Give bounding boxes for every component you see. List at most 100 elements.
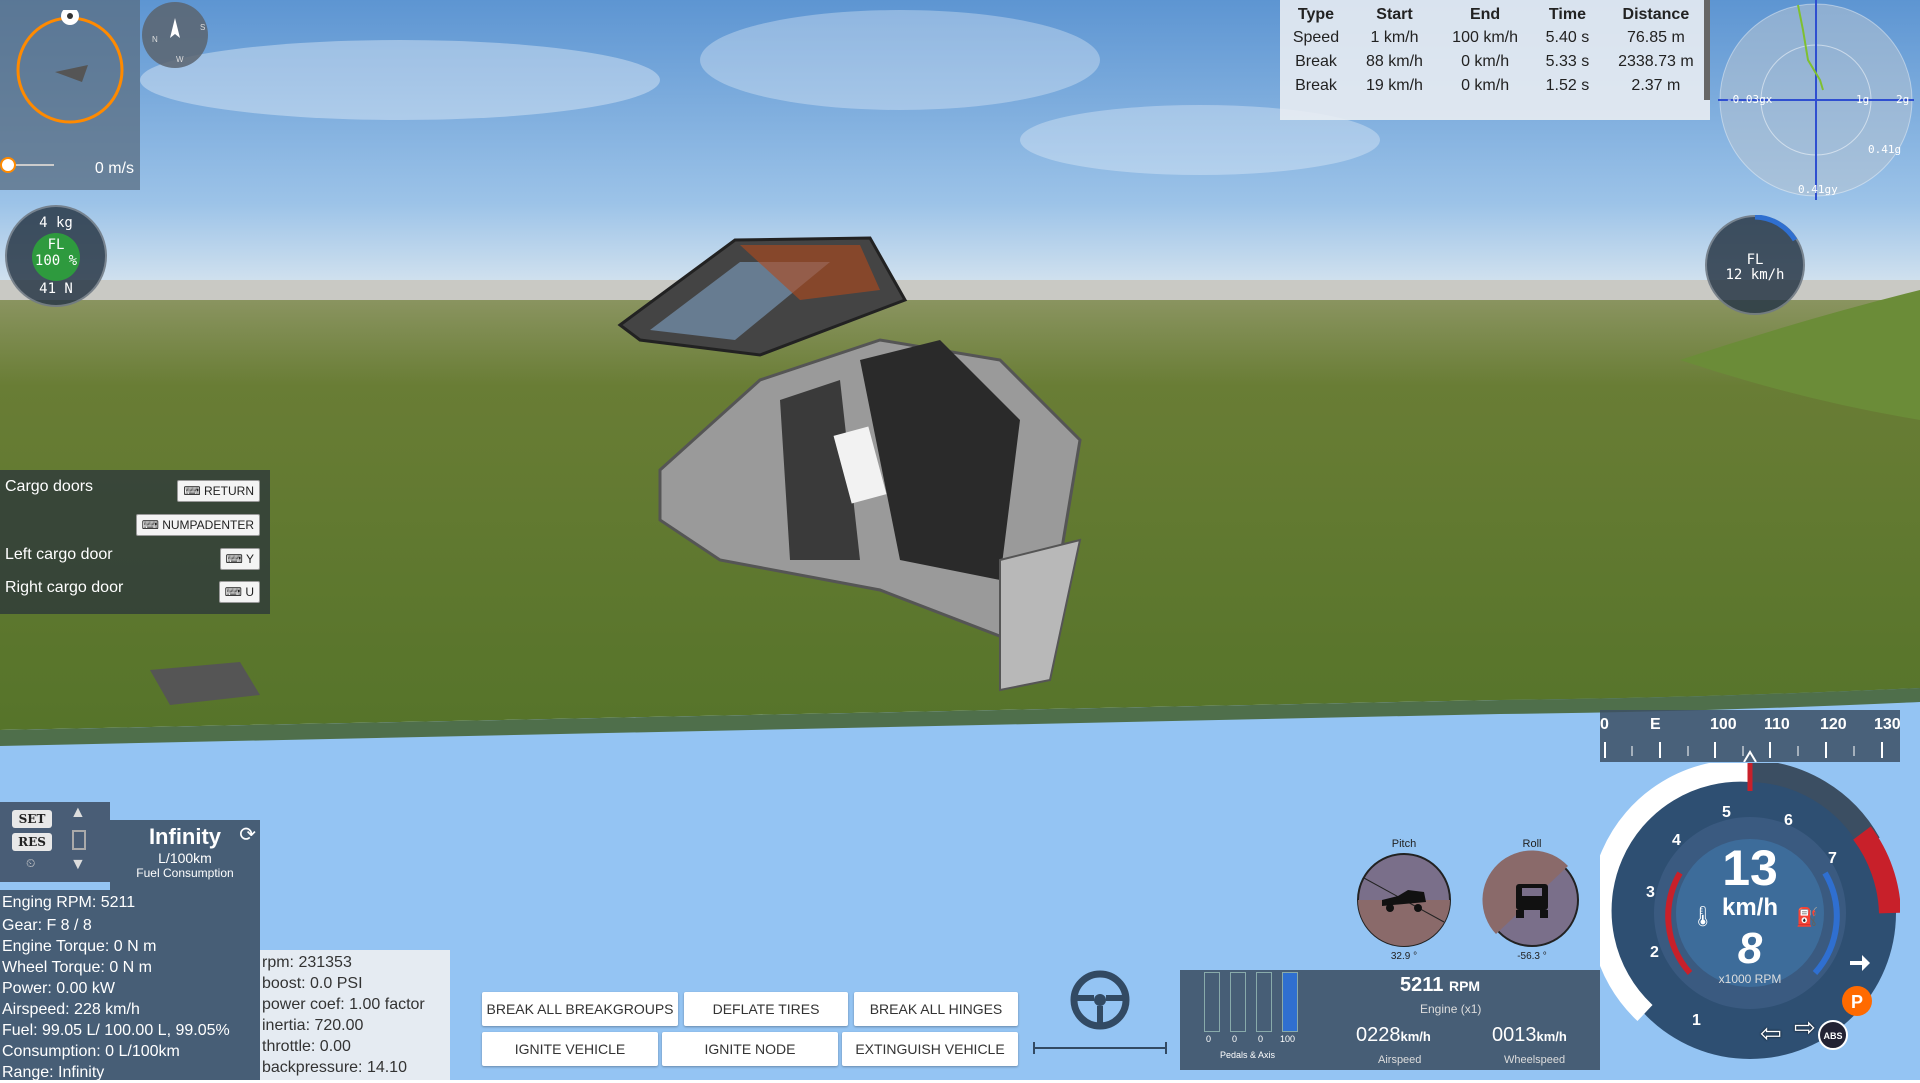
arrow-up-icon[interactable]: ▲ [70,804,86,822]
gforce-right: 0.41g [1868,143,1901,156]
engine-row: inertia: 720.00 [262,1017,364,1034]
engine-info-list: rpm: 231353 boost: 0.0 PSI power coef: 1… [260,950,450,1080]
engine-row: power coef: 1.00 factor [262,996,425,1013]
roll-value: -56.3 ° [1517,951,1547,962]
tape-ticks [1604,742,1883,762]
cruise-set-button[interactable]: SET [12,810,52,828]
table-row: Break 19 km/h 0 km/h 1.52 s 2.37 m [1280,74,1710,98]
cruise-value-box [72,830,86,850]
pedal-val: 100 [1280,1034,1296,1044]
break-all-hinges-button[interactable]: BREAK ALL HINGES [854,992,1018,1026]
airspeed: 0228km/h [1356,1024,1431,1047]
engine-row: rpm: 231353 [262,954,352,971]
info-row: Gear: F 8 / 8 [2,917,92,934]
key-numpadenter: ⌨ NUMPADENTER [135,514,260,536]
info-row: Airspeed: 228 km/h [2,1001,140,1018]
menu-item-left-door[interactable]: Left cargo door [5,546,113,564]
tape-tick: 100 [1710,716,1737,733]
ignite-node-button[interactable]: IGNITE NODE [662,1032,838,1066]
tire-speed-widget-right: FL 12 km/h [1705,215,1805,315]
svg-text:W: W [176,55,184,64]
engine-rpm: 5211 RPM [1400,974,1480,997]
coolant-temp-icon: 🌡 [1690,904,1715,928]
table-cell: Break [1295,77,1337,94]
engine-rpm-value: 5211 [1400,974,1444,996]
pedals-speed-panel: 0 0 0 100 Pedals & Axis 5211 RPM Engine … [1180,970,1600,1070]
speed-slider[interactable] [0,152,60,178]
tachometer: 1 2 3 4 5 6 7 13 km/h 8 x1000 RPM 🌡 ⛽ P … [1589,759,1901,1063]
tire-label: FL [47,237,65,253]
wheelspeed-value: 0013 [1492,1024,1537,1046]
col-header: Distance [1622,6,1690,23]
pedal-bar [1230,972,1246,1032]
deflate-tires-button[interactable]: DEFLATE TIRES [684,992,848,1026]
tacho-number: 2 [1650,944,1659,961]
parking-letter: P [1851,992,1863,1012]
info-row: Enging RPM: 5211 [2,894,136,911]
table-cell: Speed [1292,29,1340,46]
engine-rpm-unit: RPM [1448,978,1481,994]
engine-row: backpressure: 14.10 [262,1059,407,1076]
key-return: ⌨ RETURN [177,480,260,502]
info-row: Consumption: 0 L/100km [2,1043,180,1060]
table-cell: 0 km/h [1461,53,1510,70]
compass-icon: N S W [142,2,208,68]
table-cell: 5.33 s [1545,53,1590,70]
tacho-number: 5 [1722,804,1731,821]
steering-wheel-icon [1033,970,1167,1054]
current-gear: 8 [1738,924,1763,973]
speed-tape: 0 E 100 110 120 130 [1600,710,1901,762]
left-turn-signal-icon: ⇦ [1760,1018,1782,1048]
tacho-number: 6 [1784,812,1793,829]
current-speed: 13 [1722,840,1778,896]
wheelspeed-label: Wheelspeed [1504,1054,1566,1066]
table-row: Break 88 km/h 0 km/h 5.33 s 2338.73 m [1280,50,1710,74]
pedal-val: 0 [1232,1034,1238,1044]
pedal-val: 0 [1206,1034,1212,1044]
pedal-val: 0 [1258,1034,1264,1044]
roll-dial [1482,850,1579,947]
table-scrollbar[interactable] [1704,0,1710,100]
right-turn-signal-icon: ⇨ [1794,1012,1816,1042]
ignite-vehicle-button[interactable]: IGNITE VEHICLE [482,1032,658,1066]
extinguish-vehicle-button[interactable]: EXTINGUISH VEHICLE [842,1032,1018,1066]
speed-readout: 0 m/s [94,160,134,177]
gforce-meter: -0.03gx 1g 2g 0.41g 0.41gy [1718,0,1914,200]
pedal-bar [1282,972,1298,1032]
info-row: Engine Torque: 0 N m [2,938,157,955]
tire-force: 41 N [39,281,73,297]
table-cell: 76.85 m [1626,29,1685,46]
speed-unit: km/h [1722,894,1778,921]
menu-item-right-door[interactable]: Right cargo door [5,579,123,597]
pedal-fill [1283,973,1297,1031]
engine-label: Engine (x1) [1420,1002,1482,1016]
tacho-number: 7 [1828,850,1837,867]
tape-tick: 130 [1874,716,1901,733]
refresh-icon[interactable]: ⟳ [239,822,256,847]
tire-weight: 4 kg [39,215,73,231]
abs-label: ABS [1823,1031,1842,1041]
arrow-down-icon[interactable]: ▼ [70,856,86,874]
pedal-bars: 0 0 0 100 Pedals & Axis [1204,972,1298,1060]
menu-title[interactable]: Cargo doors [5,478,93,496]
key-return-label: RETURN [204,484,254,498]
airspeed-value: 0228 [1356,1024,1401,1046]
heading-compass [16,10,124,124]
tape-tick: 0 [1600,716,1609,733]
col-header: Start [1376,6,1413,23]
svg-text:S: S [200,23,205,32]
pitch-value: 32.9 ° [1390,951,1418,962]
break-all-breakgroups-button[interactable]: BREAK ALL BREAKGROUPS [482,992,678,1026]
wheelspeed-unit: km/h [1536,1029,1567,1044]
cruise-res-button[interactable]: RES [12,833,52,851]
rpm-label: x1000 RPM [1719,972,1782,986]
cargo-doors-menu: Cargo doors ⌨ RETURN ⌨ NUMPADENTER Left … [0,470,270,614]
table-cell: 1.52 s [1545,77,1590,94]
gforce-2g: 2g [1896,93,1909,106]
tire-arc [1754,215,1798,242]
tape-tick: 120 [1820,716,1847,733]
drag-table: Type Start End Time Distance Speed 1 km/… [1280,4,1710,98]
tire-pressure-widget-left: 4 kg FL 100 % 41 N [5,205,107,307]
key-y-label: Y [245,552,254,566]
pedal-bar [1256,972,1272,1032]
